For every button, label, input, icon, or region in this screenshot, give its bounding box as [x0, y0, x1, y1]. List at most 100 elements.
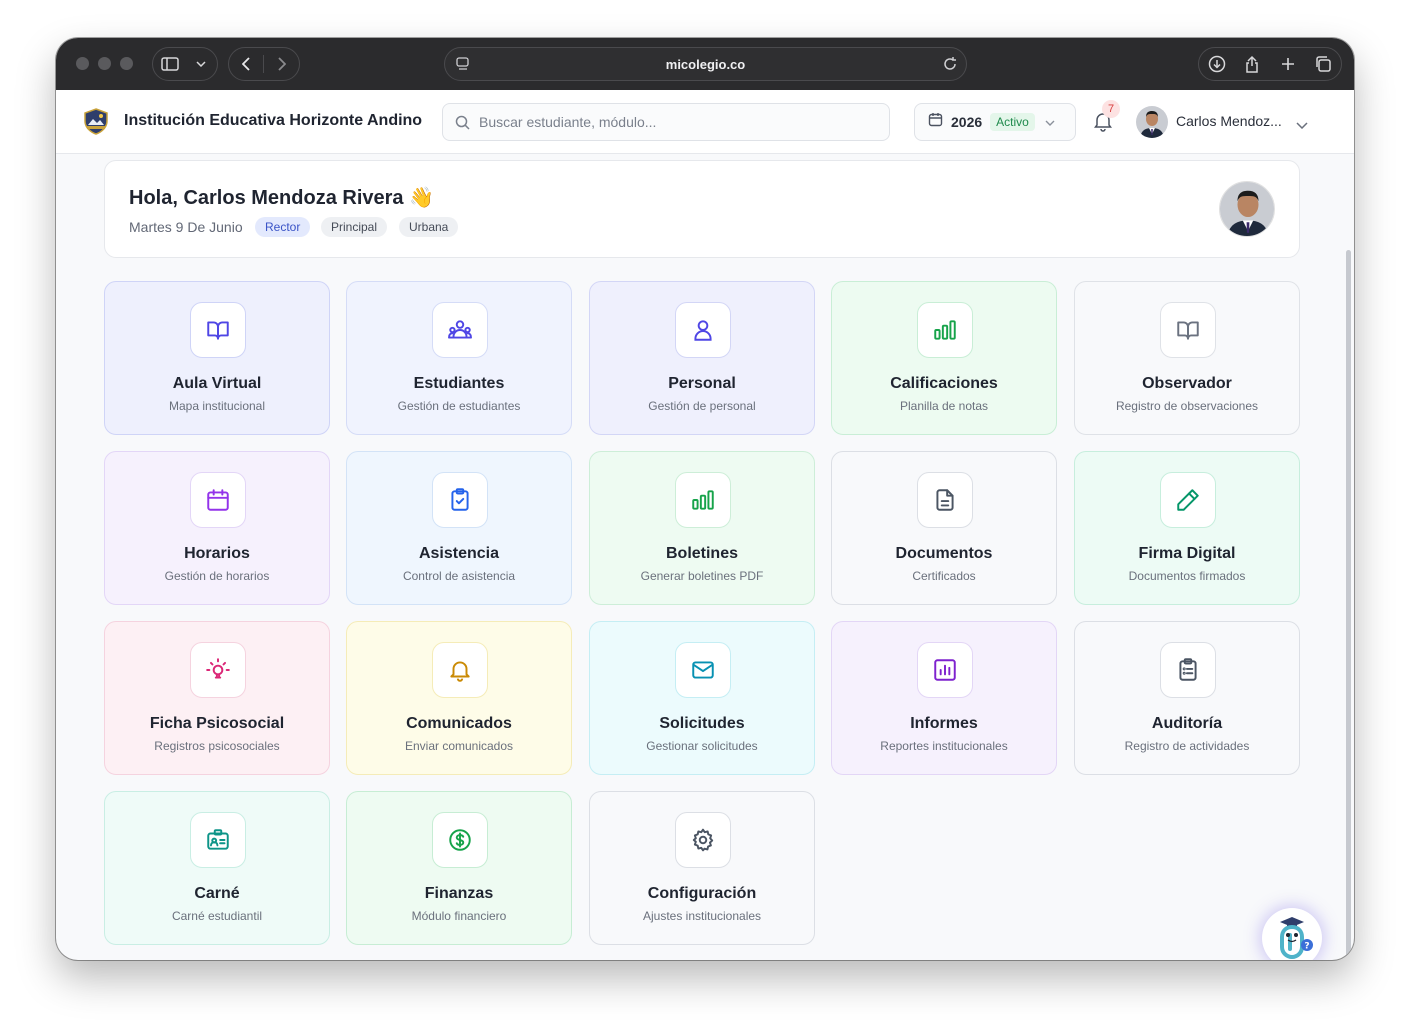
assistant-button[interactable]: ?: [1262, 908, 1322, 960]
module-title: Solicitudes: [659, 715, 745, 732]
module-title: Asistencia: [418, 545, 500, 562]
greeting-card: Hola, Carlos Mendoza Rivera 👋 Martes 9 D…: [104, 160, 1300, 258]
clipboard-list-icon: [1160, 642, 1216, 698]
module-subtitle: Control de asistencia: [402, 569, 516, 583]
address-bar[interactable]: micolegio.co: [444, 47, 967, 81]
module-subtitle: Enviar comunicados: [404, 739, 514, 753]
module-horarios[interactable]: Horarios Gestión de horarios: [104, 451, 330, 605]
module-title: Finanzas: [424, 885, 494, 902]
pen-icon: [1160, 472, 1216, 528]
module-title: Informes: [910, 715, 978, 732]
forward-icon[interactable]: [264, 47, 298, 81]
bar-chart-icon: [917, 302, 973, 358]
zoom-window-button[interactable]: [120, 57, 133, 70]
module-calificaciones[interactable]: Calificaciones Planilla de notas: [831, 281, 1057, 435]
download-icon[interactable]: [1200, 47, 1234, 81]
module-solicitudes[interactable]: Solicitudes Gestionar solicitudes: [589, 621, 815, 775]
new-tab-icon[interactable]: [1271, 47, 1305, 81]
reload-icon[interactable]: [942, 56, 958, 77]
chevron-down-icon: [1045, 113, 1055, 131]
module-title: Documentos: [895, 545, 993, 562]
module-title: Horarios: [184, 545, 250, 562]
sidebar-icon[interactable]: [153, 47, 187, 81]
bell-icon: [432, 642, 488, 698]
module-comunicados[interactable]: Comunicados Enviar comunicados: [346, 621, 572, 775]
module-subtitle: Registros psicosociales: [154, 739, 280, 753]
module-auditoria[interactable]: Auditoría Registro de actividades: [1074, 621, 1300, 775]
share-icon[interactable]: [1235, 47, 1269, 81]
back-icon[interactable]: [229, 47, 263, 81]
module-subtitle: Gestionar solicitudes: [646, 739, 758, 753]
module-title: Boletines: [665, 545, 738, 562]
module-subtitle: Mapa institucional: [168, 399, 266, 413]
gear-icon: [675, 812, 731, 868]
module-subtitle: Registro de observaciones: [1115, 399, 1259, 413]
users-icon: [432, 302, 488, 358]
module-observador[interactable]: Observador Registro de observaciones: [1074, 281, 1300, 435]
module-subtitle: Módulo financiero: [411, 909, 507, 923]
minimize-window-button[interactable]: [98, 57, 111, 70]
calendar-icon: [928, 112, 943, 132]
module-finanzas[interactable]: Finanzas Módulo financiero: [346, 791, 572, 945]
module-estudiantes[interactable]: Estudiantes Gestión de estudiantes: [346, 281, 572, 435]
module-title: Aula Virtual: [172, 375, 262, 392]
module-asistencia[interactable]: Asistencia Control de asistencia: [346, 451, 572, 605]
institution-logo: [84, 108, 108, 135]
module-title: Carné: [194, 885, 240, 902]
greeting-date: Martes 9 De Junio: [129, 219, 243, 235]
module-configuracion[interactable]: Configuración Ajustes institucionales: [589, 791, 815, 945]
assistant-mascot-icon: ?: [1280, 917, 1313, 960]
toolbar-actions: [1198, 47, 1342, 81]
module-subtitle: Planilla de notas: [899, 399, 989, 413]
module-subtitle: Generar boletines PDF: [640, 569, 764, 583]
module-subtitle: Certificados: [912, 569, 976, 583]
module-aula-virtual[interactable]: Aula Virtual Mapa institucional: [104, 281, 330, 435]
module-ficha-psicosocial[interactable]: Ficha Psicosocial Registros psicosociale…: [104, 621, 330, 775]
close-window-button[interactable]: [76, 57, 89, 70]
profile-photo: [1219, 181, 1275, 237]
user-avatar[interactable]: [1136, 106, 1168, 138]
module-title: Auditoría: [1151, 715, 1223, 732]
module-title: Ficha Psicosocial: [149, 715, 285, 732]
module-title: Configuración: [647, 885, 757, 902]
module-boletines[interactable]: Boletines Generar boletines PDF: [589, 451, 815, 605]
module-title: Calificaciones: [890, 375, 998, 392]
tab-overview-icon[interactable]: [1306, 47, 1340, 81]
module-subtitle: Ajustes institucionales: [642, 909, 762, 923]
browser-toolbar: micolegio.co: [56, 38, 1354, 90]
sidebar-toggle-group: [152, 47, 218, 81]
campus-chip: Principal: [321, 217, 388, 237]
module-documentos[interactable]: Documentos Certificados: [831, 451, 1057, 605]
main-content: Hola, Carlos Mendoza Rivera 👋 Martes 9 D…: [56, 154, 1354, 960]
module-title: Estudiantes: [413, 375, 505, 392]
file-text-icon: [917, 472, 973, 528]
chevron-down-icon[interactable]: [1296, 116, 1308, 134]
browser-window: micolegio.co Institución Educativa Horiz…: [56, 38, 1354, 960]
user-name[interactable]: Carlos Mendoz...: [1176, 113, 1282, 129]
module-informes[interactable]: Informes Reportes institucionales: [831, 621, 1057, 775]
id-card-icon: [190, 812, 246, 868]
greeting-title: Hola, Carlos Mendoza Rivera 👋: [129, 187, 434, 209]
school-year: 2026: [951, 114, 983, 130]
url-text: micolegio.co: [665, 57, 746, 72]
module-firma-digital[interactable]: Firma Digital Documentos firmados: [1074, 451, 1300, 605]
role-chip: Rector: [255, 217, 311, 237]
calendar-icon: [190, 472, 246, 528]
year-status-badge: Activo: [990, 113, 1035, 131]
school-year-selector[interactable]: 2026 Activo: [914, 103, 1076, 141]
clipboard-check-icon: [432, 472, 488, 528]
search-input[interactable]: [479, 104, 879, 140]
module-personal[interactable]: Personal Gestión de personal: [589, 281, 815, 435]
notification-count-badge: 7: [1102, 100, 1120, 118]
svg-text:?: ?: [1304, 942, 1309, 952]
module-carne[interactable]: Carné Carné estudiantil: [104, 791, 330, 945]
module-subtitle: Documentos firmados: [1128, 569, 1246, 583]
module-title: Firma Digital: [1138, 545, 1236, 562]
institution-name[interactable]: Institución Educativa Horizonte Andino: [124, 112, 422, 130]
chevron-down-icon[interactable]: [187, 47, 215, 81]
report-chart-icon: [917, 642, 973, 698]
search-box: [442, 103, 890, 141]
module-subtitle: Gestión de horarios: [164, 569, 270, 583]
scrollbar[interactable]: [1346, 250, 1351, 960]
module-title: Comunicados: [406, 715, 512, 732]
